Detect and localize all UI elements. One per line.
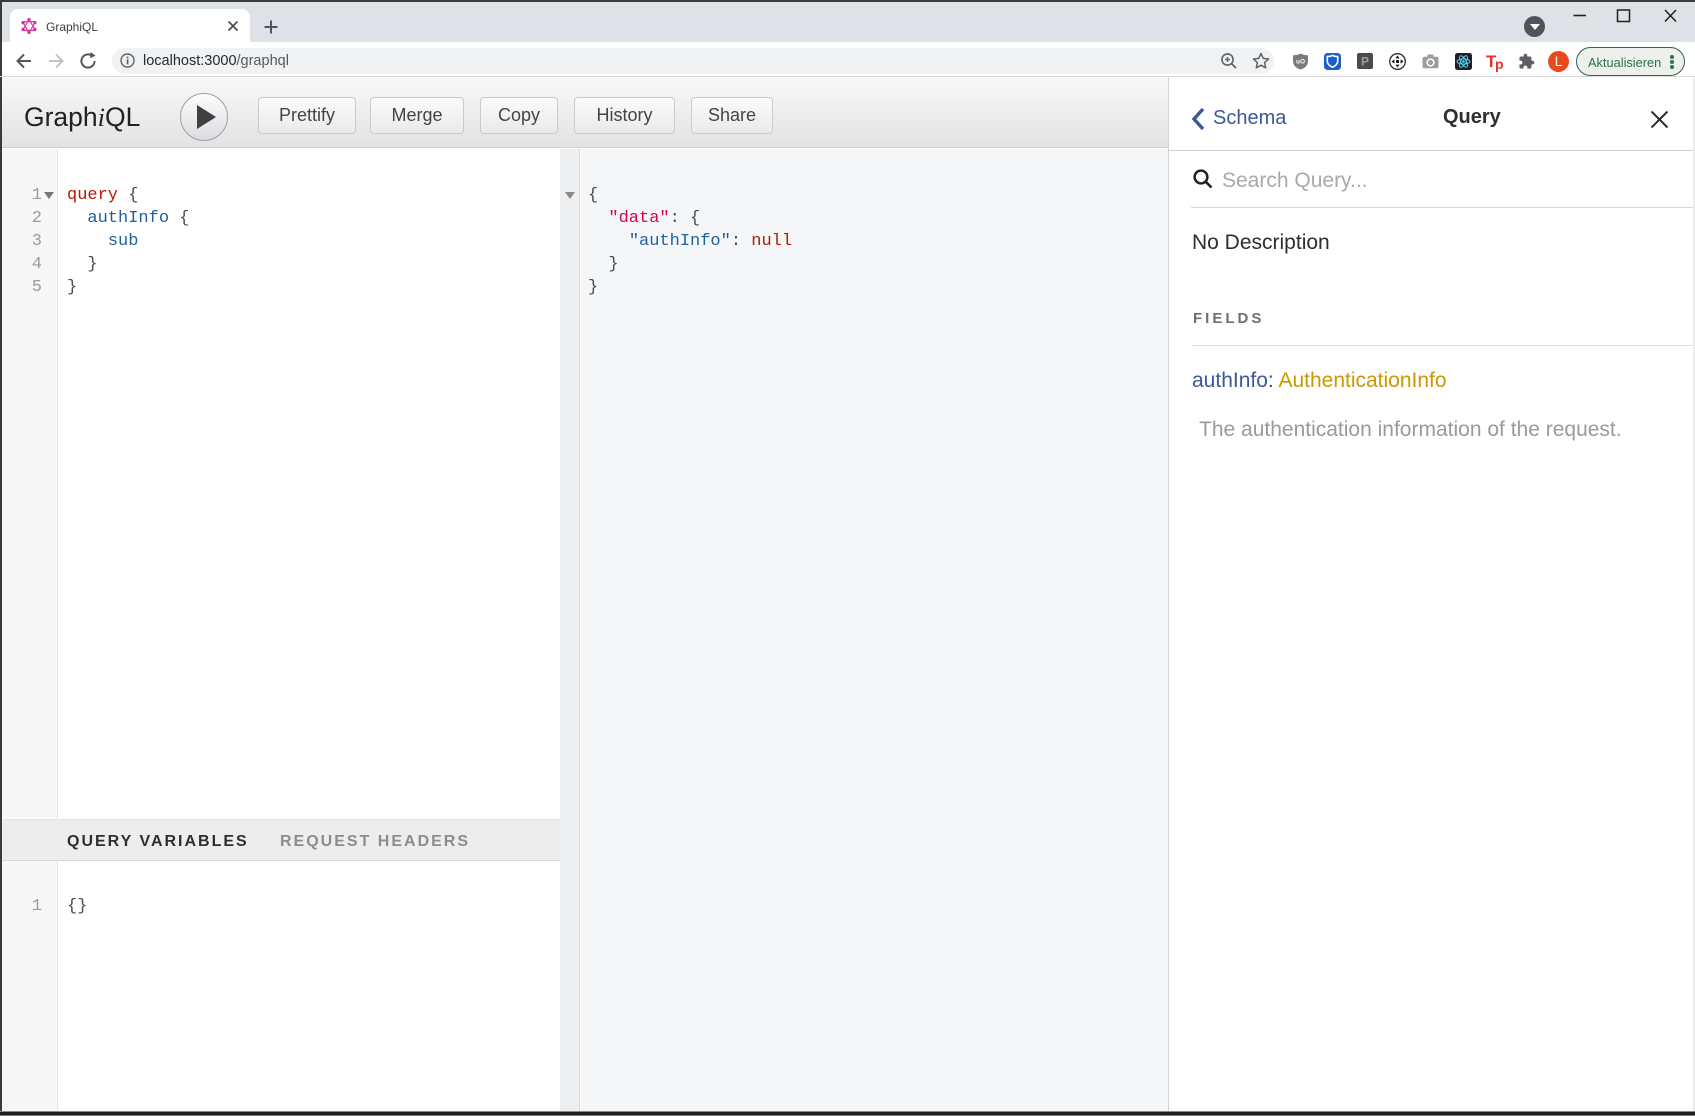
svg-text:P: P — [1361, 55, 1369, 69]
svg-text:uO: uO — [1296, 59, 1305, 66]
